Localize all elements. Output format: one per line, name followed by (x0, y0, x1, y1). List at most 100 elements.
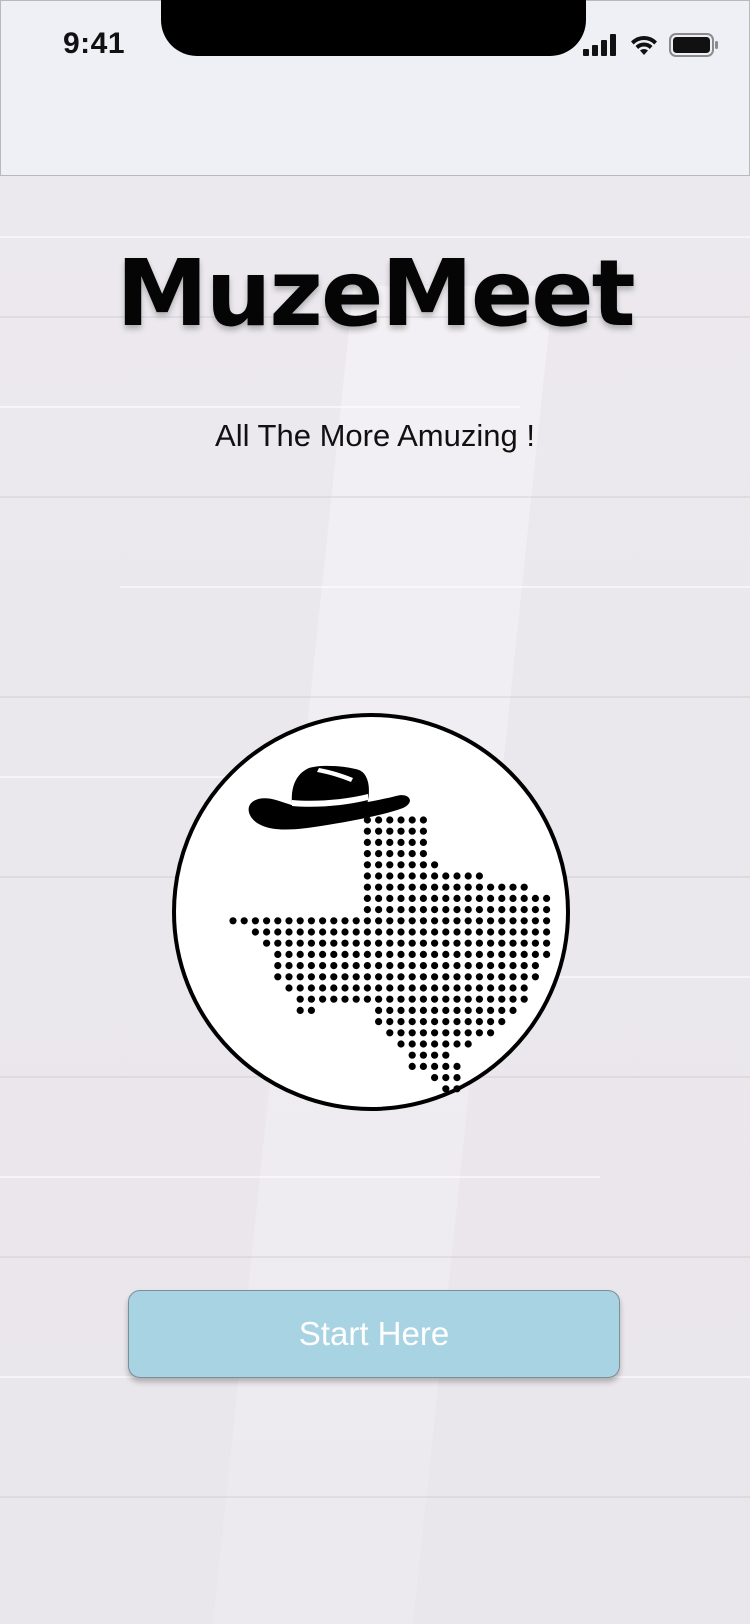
map-dot (453, 1074, 461, 1082)
map-dot (453, 1018, 461, 1026)
map-dot (397, 973, 405, 981)
map-dot (397, 1040, 405, 1048)
map-dot (419, 1040, 427, 1048)
map-dot (453, 995, 461, 1003)
map-dot (375, 973, 383, 981)
map-dot (498, 939, 506, 947)
map-dot (520, 950, 528, 958)
map-dot (386, 939, 394, 947)
map-dot (408, 1029, 416, 1037)
map-dot (307, 995, 315, 1003)
map-dot (375, 883, 383, 891)
map-dot (285, 928, 293, 936)
map-dot (386, 984, 394, 992)
map-dot (330, 928, 338, 936)
map-dot (520, 995, 528, 1003)
map-dot (453, 1029, 461, 1037)
map-dot (363, 838, 371, 846)
map-dot (442, 1085, 450, 1093)
map-dot (397, 883, 405, 891)
map-dot (543, 928, 551, 936)
map-dot (464, 939, 472, 947)
map-dot (296, 1006, 304, 1014)
map-dot (352, 973, 360, 981)
map-dot (453, 894, 461, 902)
map-dot (487, 984, 495, 992)
map-dot (509, 950, 517, 958)
map-dot (375, 928, 383, 936)
map-dot (475, 939, 483, 947)
map-dot (408, 816, 416, 824)
map-dot (509, 995, 517, 1003)
cellular-signal-icon (583, 34, 619, 61)
map-dot (352, 962, 360, 970)
map-dot (453, 962, 461, 970)
map-dot (453, 973, 461, 981)
map-dot (531, 906, 539, 914)
map-dot (341, 917, 349, 925)
map-dot (408, 1051, 416, 1059)
map-dot (397, 917, 405, 925)
map-dot (419, 1029, 427, 1037)
map-dot (487, 1018, 495, 1026)
map-dot (330, 995, 338, 1003)
map-dot (363, 995, 371, 1003)
map-dot (386, 861, 394, 869)
map-dot (375, 906, 383, 914)
map-dot (442, 928, 450, 936)
map-dot (442, 995, 450, 1003)
map-dot (363, 939, 371, 947)
map-dot (419, 917, 427, 925)
map-dot (397, 1018, 405, 1026)
map-dot (520, 906, 528, 914)
map-dot (319, 984, 327, 992)
map-dot (464, 1006, 472, 1014)
map-dot (419, 850, 427, 858)
map-dot (475, 917, 483, 925)
map-dot (431, 906, 439, 914)
map-dot (453, 950, 461, 958)
map-dot (487, 894, 495, 902)
map-dot (341, 962, 349, 970)
map-dot (408, 894, 416, 902)
map-dot (330, 939, 338, 947)
map-dot (442, 1062, 450, 1070)
map-dot (285, 950, 293, 958)
map-dot (397, 838, 405, 846)
map-dot (419, 939, 427, 947)
map-dot (487, 883, 495, 891)
map-dot (352, 984, 360, 992)
map-dot (363, 894, 371, 902)
map-dot (442, 883, 450, 891)
map-dot (431, 872, 439, 880)
map-dot (363, 984, 371, 992)
map-dot (442, 973, 450, 981)
map-dot (487, 1006, 495, 1014)
start-here-button[interactable]: Start Here (128, 1290, 620, 1378)
map-dot (408, 850, 416, 858)
map-dot (475, 894, 483, 902)
map-dot (386, 1006, 394, 1014)
map-dot (397, 928, 405, 936)
map-dot (397, 1029, 405, 1037)
map-dot (240, 917, 248, 925)
map-dot (397, 1006, 405, 1014)
map-dot (431, 1029, 439, 1037)
map-dot (363, 928, 371, 936)
map-dot (408, 838, 416, 846)
map-dot (397, 816, 405, 824)
map-dot (509, 928, 517, 936)
map-dot (431, 962, 439, 970)
map-dot (352, 939, 360, 947)
map-dot (531, 894, 539, 902)
map-dot (341, 984, 349, 992)
map-dot (386, 872, 394, 880)
map-dot (330, 984, 338, 992)
map-dot (487, 973, 495, 981)
map-dot (307, 917, 315, 925)
map-dot (330, 950, 338, 958)
map-dot (509, 939, 517, 947)
map-dot (375, 816, 383, 824)
map-dot (520, 894, 528, 902)
map-dot (274, 939, 282, 947)
